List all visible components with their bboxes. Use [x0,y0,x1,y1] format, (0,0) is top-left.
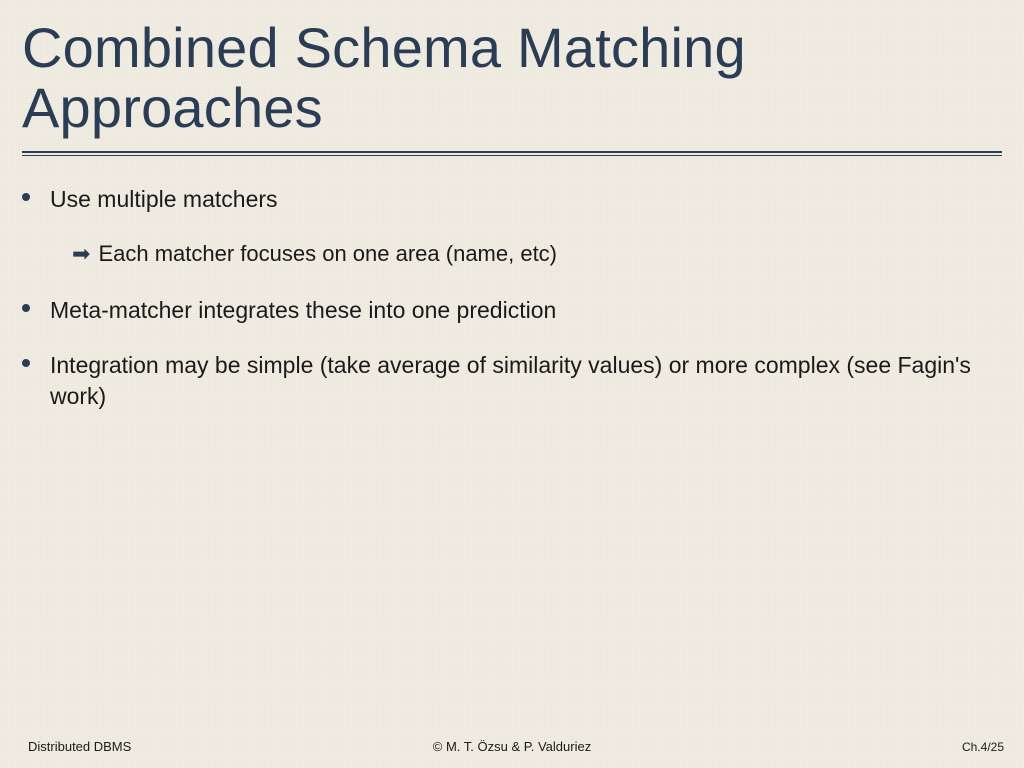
footer: Distributed DBMS © M. T. Özsu & P. Valdu… [0,739,1024,754]
bullet-text: Integration may be simple (take average … [50,350,1002,412]
footer-right: Ch.4/25 [962,740,1004,754]
bullet-icon [22,304,30,312]
bullet-item: Meta-matcher integrates these into one p… [22,295,1002,326]
bullet-icon [22,359,30,367]
bullet-text: Meta-matcher integrates these into one p… [50,295,556,326]
bullet-icon [22,193,30,201]
slide-title: Combined Schema Matching Approaches [22,18,1002,139]
bullet-item: Integration may be simple (take average … [22,350,1002,412]
sub-bullet-text: Each matcher focuses on one area (name, … [98,239,557,269]
footer-left: Distributed DBMS [28,739,131,754]
sub-bullet-item: ➡ Each matcher focuses on one area (name… [72,239,1002,269]
footer-center: © M. T. Özsu & P. Valduriez [433,739,591,754]
arrow-icon: ➡ [72,239,90,269]
bullet-text: Use multiple matchers [50,184,278,215]
slide-content: Use multiple matchers ➡ Each matcher foc… [22,184,1002,412]
bullet-item: Use multiple matchers [22,184,1002,215]
title-rule [22,151,1002,156]
slide: Combined Schema Matching Approaches Use … [0,0,1024,768]
